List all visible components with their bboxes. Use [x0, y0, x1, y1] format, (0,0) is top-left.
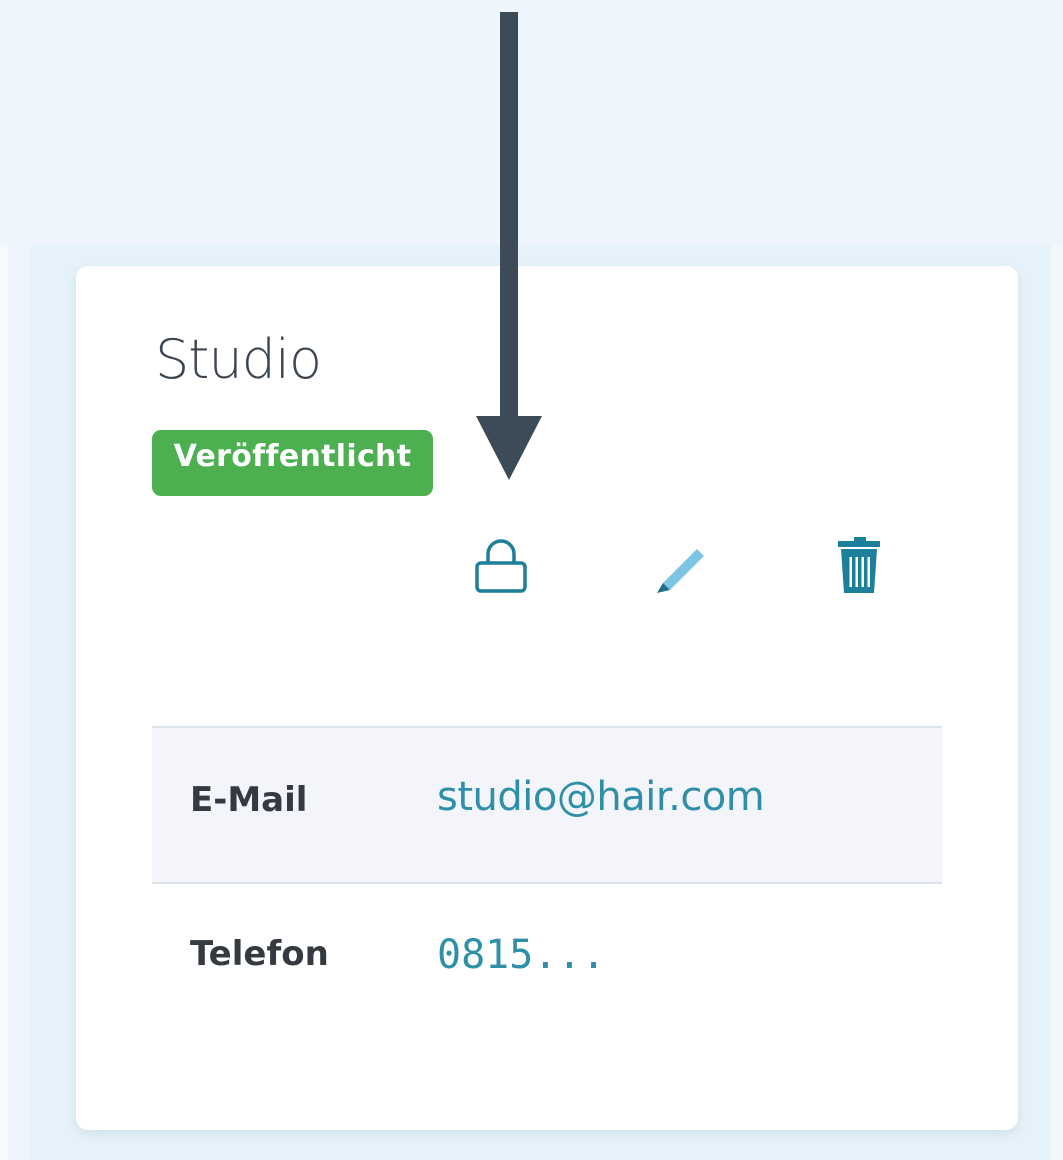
- lock-button[interactable]: [466, 530, 536, 600]
- email-link[interactable]: studio@hair.com: [437, 774, 765, 820]
- table-row-phone: Telefon 0815...: [152, 884, 942, 1030]
- lock-icon: [475, 539, 527, 593]
- status-badge: Veröffentlicht: [152, 430, 433, 496]
- phone-label: Telefon: [190, 934, 329, 974]
- details-table: E-Mail studio@hair.com Telefon 0815...: [152, 726, 942, 1030]
- email-label: E-Mail: [190, 780, 308, 820]
- card-title: Studio: [155, 328, 322, 391]
- delete-button[interactable]: [824, 530, 894, 600]
- edit-button[interactable]: [644, 530, 714, 600]
- pencil-icon: [657, 549, 704, 593]
- table-row-email: E-Mail studio@hair.com: [152, 726, 942, 884]
- left-edge: [0, 245, 8, 1160]
- trash-icon: [838, 537, 880, 593]
- annotation-arrow-head: [476, 416, 542, 480]
- annotation-arrow-shaft: [500, 12, 518, 422]
- phone-link[interactable]: 0815...: [437, 932, 606, 978]
- screen: Studio Veröffentlicht E-Mail studio@hair…: [0, 0, 1063, 1160]
- right-edge: [1050, 245, 1063, 1160]
